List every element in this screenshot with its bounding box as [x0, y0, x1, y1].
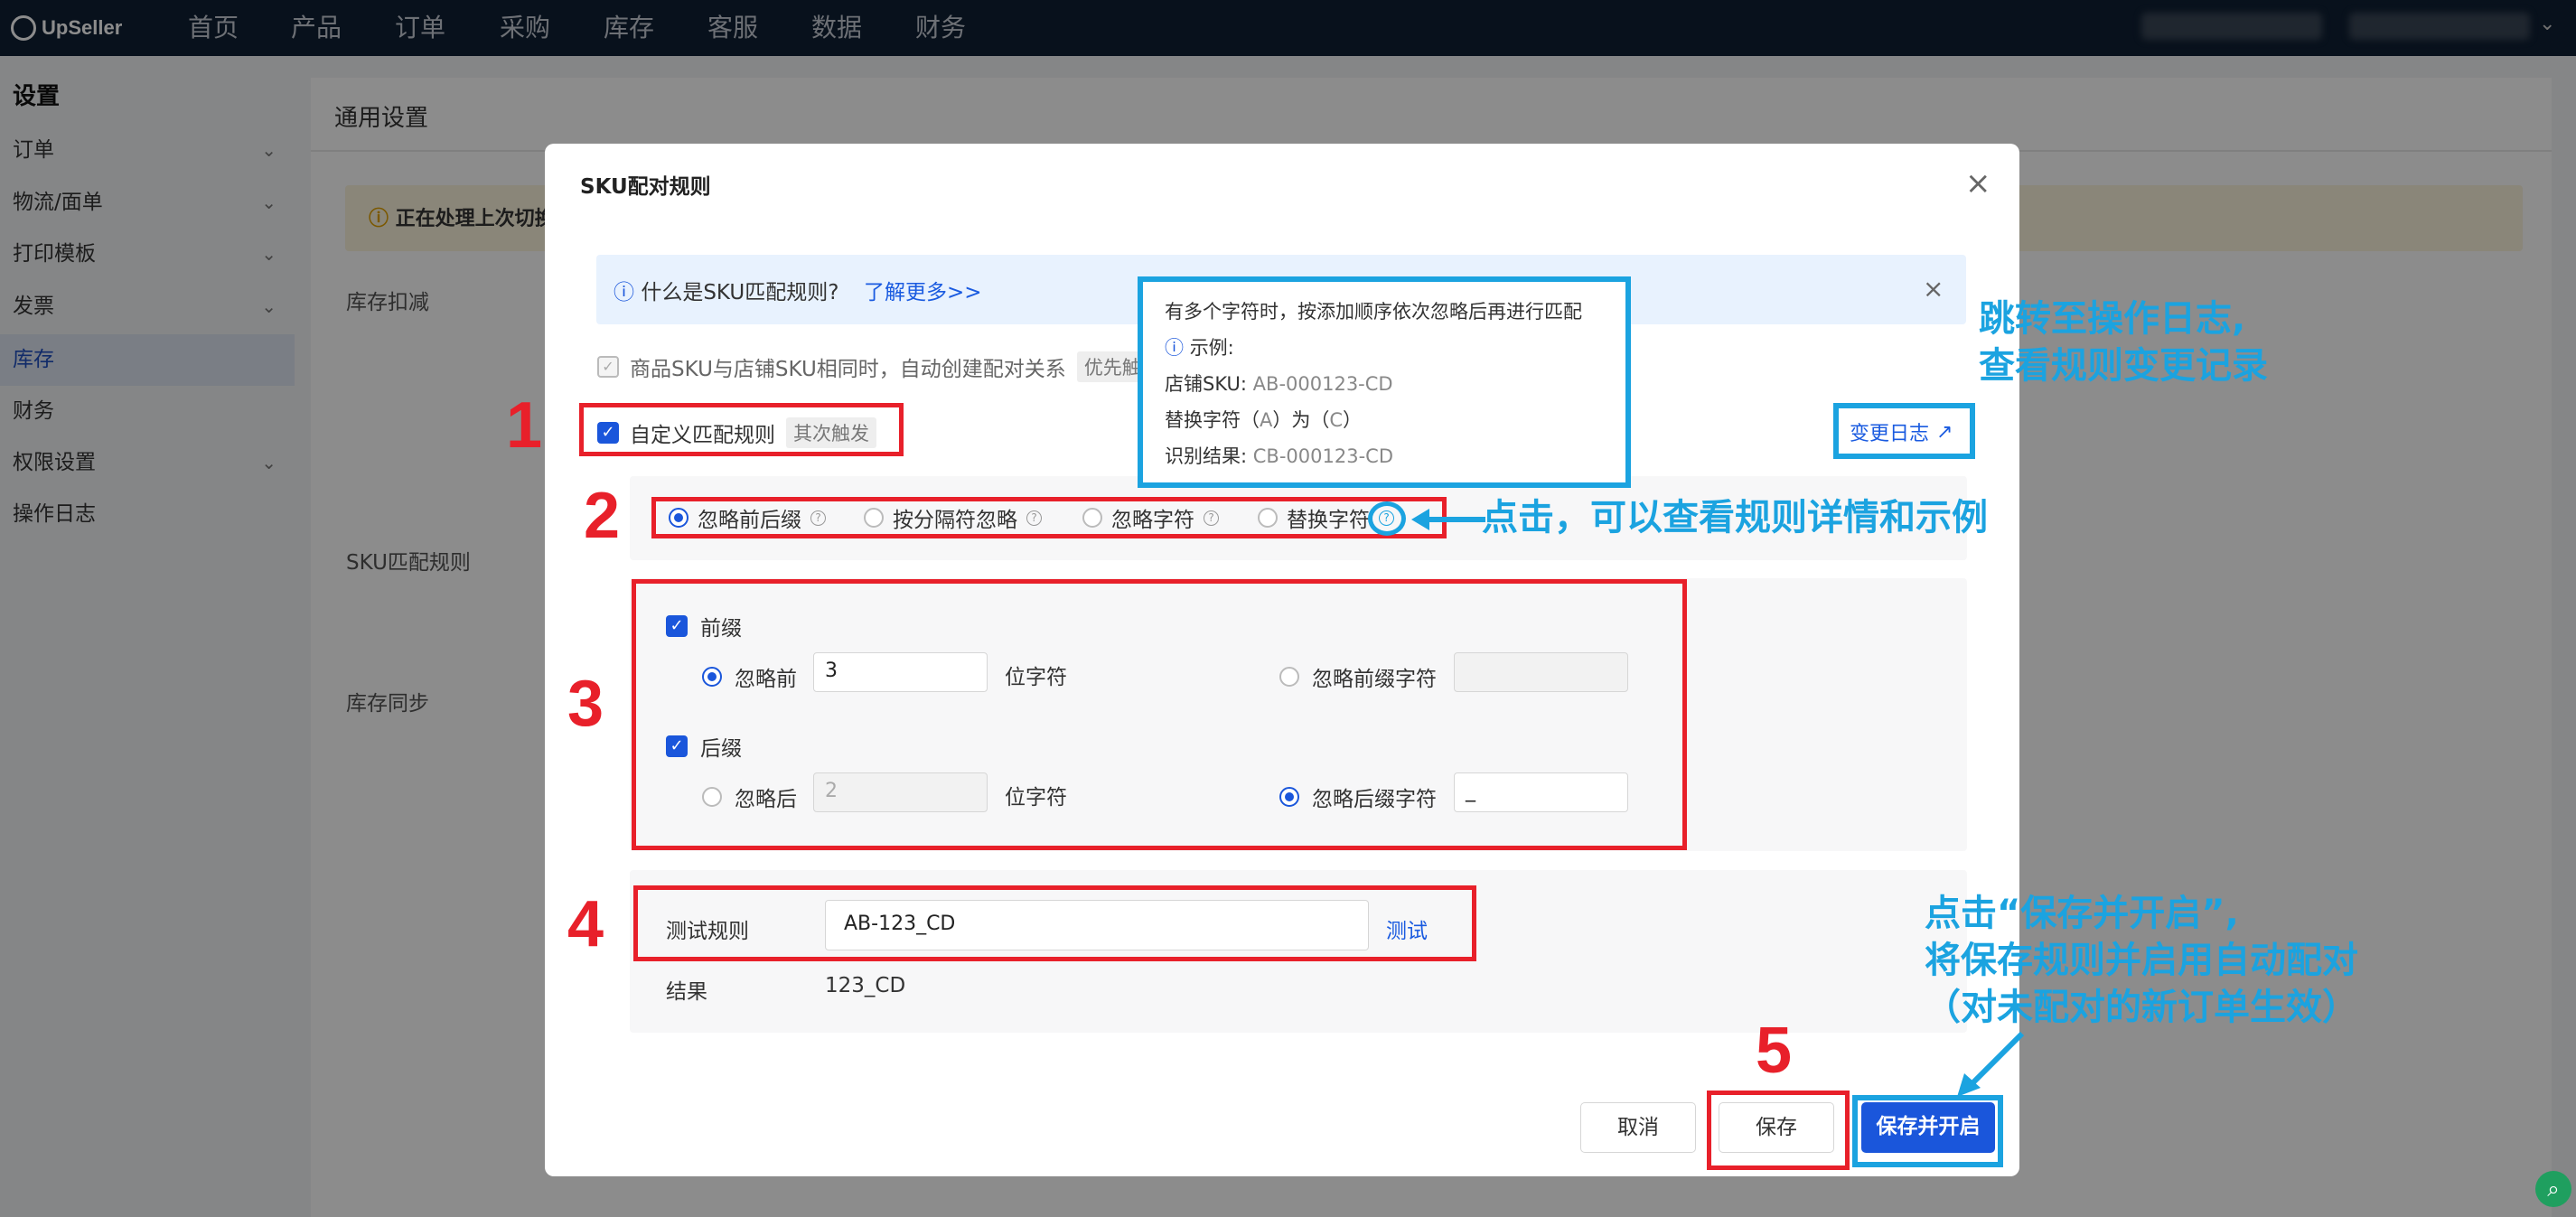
note-save: （对未配对的新订单生效）: [1925, 987, 2358, 1028]
step-number: 2: [584, 480, 621, 552]
info-text: ⓘ 什么是SKU匹配规则?: [614, 281, 839, 304]
arrow-icon: [1411, 509, 1485, 530]
highlight-box: [1852, 1095, 2003, 1167]
info-icon: ⓘ: [614, 281, 634, 304]
highlight-box: [579, 403, 904, 456]
learn-more-link[interactable]: 了解更多>>: [864, 275, 982, 305]
note-changelog: 查看规则变更记录: [1979, 345, 2268, 387]
arrow-icon: [1957, 1031, 2025, 1097]
highlight-box: [1138, 276, 1631, 488]
auto-rule-checkbox[interactable]: ✓: [597, 356, 619, 378]
highlight-circle: [1368, 501, 1406, 536]
step-number: 3: [567, 668, 604, 740]
modal-title: SKU配对规则: [580, 175, 711, 199]
note-changelog: 跳转至操作日志,: [1979, 298, 2246, 340]
step-number: 5: [1756, 1015, 1793, 1087]
highlight-box: [632, 579, 1687, 850]
search-icon[interactable]: ⌕: [2535, 1171, 2571, 1207]
cancel-button[interactable]: 取消: [1580, 1102, 1696, 1153]
close-icon[interactable]: ×: [1923, 274, 1944, 304]
highlight-box: [633, 885, 1476, 961]
step-number: 1: [506, 389, 543, 462]
note-help: 点击，可以查看规则详情和示例: [1482, 497, 1988, 538]
note-save: 点击“保存并开启”,: [1925, 893, 2239, 934]
auto-rule-row: ✓ 商品SKU与店铺SKU相同时，自动创建配对关系 优先触发: [597, 351, 1167, 382]
step-number: 4: [567, 888, 604, 960]
note-save: 将保存规则并启用自动配对: [1925, 940, 2358, 981]
close-icon[interactable]: ×: [1965, 165, 1991, 201]
highlight-box: [1707, 1091, 1850, 1170]
highlight-box: [1833, 403, 1975, 459]
auto-rule-label: 商品SKU与店铺SKU相同时，自动创建配对关系: [630, 358, 1066, 381]
result-value: 123_CD: [825, 974, 906, 997]
highlight-box: [651, 497, 1447, 538]
result-label: 结果: [666, 980, 707, 1004]
